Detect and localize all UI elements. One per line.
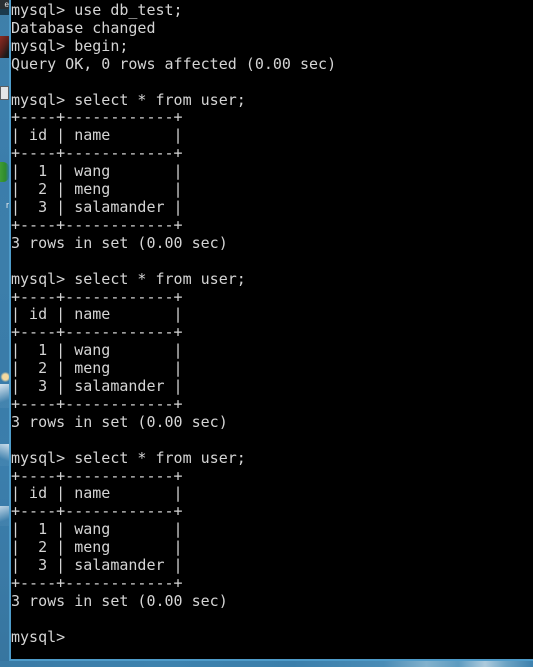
desktop-bottom-band — [0, 661, 533, 667]
desktop-fragment-letter-r: r — [6, 200, 9, 210]
desktop-fragment-arrow-three — [0, 506, 9, 526]
desktop-fragment-letter-e: e — [0, 0, 9, 9]
terminal-output: mysql> use db_test; Database changed mys… — [11, 1, 337, 646]
terminal-screen[interactable]: mysql> use db_test; Database changed mys… — [11, 0, 533, 659]
desktop-fragment-dot — [0, 372, 9, 382]
desktop-fragment-green-shape — [0, 162, 9, 182]
terminal-window[interactable]: mysql> use db_test; Database changed mys… — [9, 0, 533, 661]
desktop-background: e r mysql> use db_test; Database changed… — [0, 0, 533, 667]
desktop-fragment-arrow-one — [0, 384, 9, 408]
desktop-left-strip: e r — [0, 0, 9, 667]
desktop-fragment-arrow-two — [0, 444, 9, 466]
desktop-fragment-dark-bar — [0, 9, 9, 15]
desktop-fragment-red-shape — [0, 36, 9, 58]
desktop-fragment-white-box — [0, 86, 9, 100]
